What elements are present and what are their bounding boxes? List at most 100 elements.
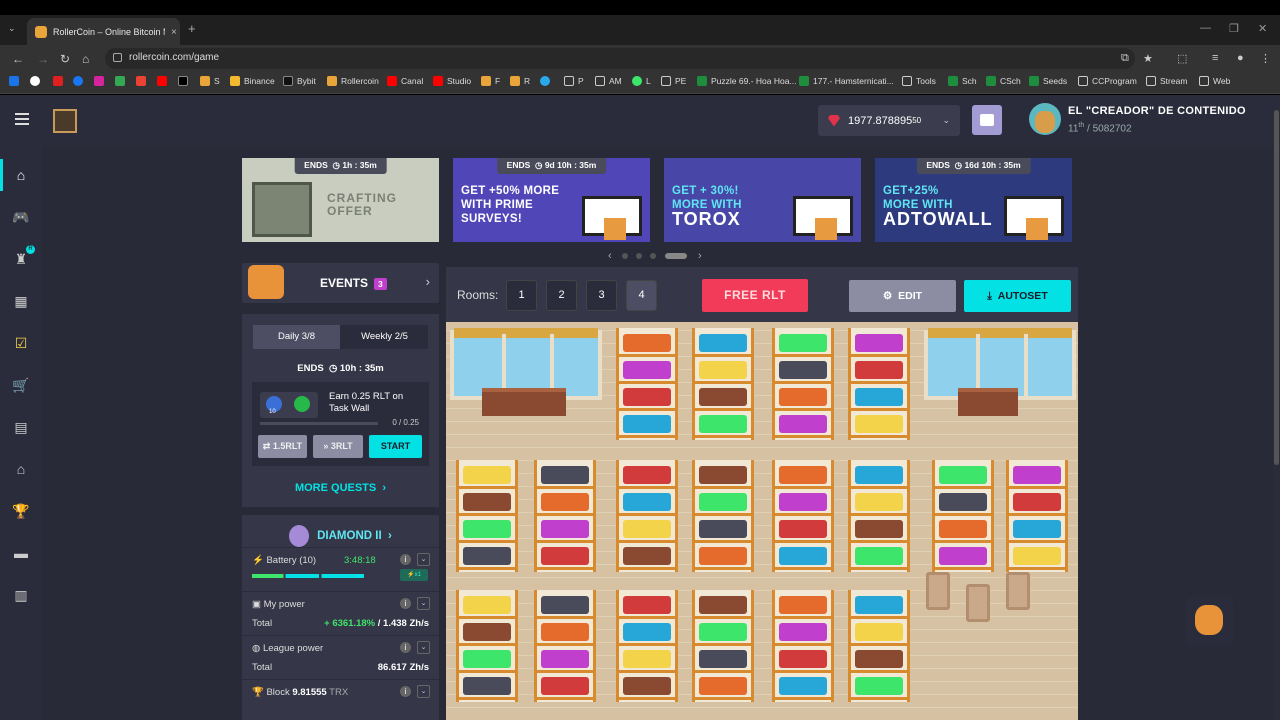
miner-slot[interactable] [939, 493, 987, 511]
miner-slot[interactable] [463, 520, 511, 538]
rewards-icon[interactable]: ♜ R [12, 245, 35, 267]
bookmark-pe[interactable]: PE [661, 76, 686, 86]
miner-slot[interactable] [623, 596, 671, 614]
room-4-button[interactable]: 4 [626, 280, 657, 311]
miner-slot[interactable] [855, 388, 903, 406]
bookmark-youtube-icon[interactable] [157, 76, 171, 86]
carousel-dot-active[interactable] [665, 253, 687, 259]
miner-rack[interactable] [1006, 460, 1068, 572]
miner-slot[interactable] [779, 650, 827, 668]
miner-slot[interactable] [463, 493, 511, 511]
bookmark-web[interactable]: Web [1199, 76, 1230, 86]
room-1-button[interactable]: 1 [506, 280, 537, 311]
miner-rack[interactable] [616, 460, 678, 572]
miner-slot[interactable] [623, 547, 671, 565]
bookmark-red-icon[interactable] [53, 76, 67, 86]
site-info-icon[interactable] [113, 53, 122, 62]
bookmark-app-icon[interactable] [136, 76, 150, 86]
leaderboard-icon[interactable]: 🏆 [12, 503, 30, 519]
miner-slot[interactable] [1013, 547, 1061, 565]
stats-icon[interactable]: ▥ [12, 587, 30, 603]
info-icon[interactable]: i [400, 686, 411, 697]
reload-icon[interactable]: ↻ [60, 52, 70, 66]
league-title[interactable]: DIAMOND II › [242, 525, 439, 547]
miner-slot[interactable] [855, 334, 903, 352]
miner-slot[interactable] [699, 388, 747, 406]
tab-daily[interactable]: Daily 3/8 [253, 325, 340, 349]
miner-slot[interactable] [699, 466, 747, 484]
back-icon[interactable]: ← [12, 52, 24, 66]
menu-icon[interactable]: ⋮ [1260, 52, 1271, 65]
miner-slot[interactable] [779, 520, 827, 538]
tasks-icon[interactable]: ☑ [12, 335, 30, 351]
miner-slot[interactable] [623, 650, 671, 668]
bookmark-tools[interactable]: Tools [902, 76, 936, 86]
edit-room-button[interactable]: ⚙ EDIT [849, 280, 956, 312]
miner-slot[interactable] [623, 520, 671, 538]
carousel-dot[interactable] [622, 253, 628, 259]
miner-rack[interactable] [692, 460, 754, 572]
bookmark-tiktok-icon[interactable] [30, 76, 44, 86]
url-field[interactable]: rollercoin.com/game [105, 48, 1135, 69]
bookmark-ccprogram[interactable]: CCProgram [1078, 76, 1137, 86]
banner-crafting-offer[interactable]: ENDS ◷ 1h : 35m CRAFTING OFFER [242, 158, 439, 242]
miner-slot[interactable] [855, 596, 903, 614]
miner-slot[interactable] [855, 493, 903, 511]
free-rlt-button[interactable]: FREE RLT [702, 279, 808, 312]
events-button[interactable]: EVENTS 3 › [242, 263, 439, 303]
info-icon[interactable]: i [400, 598, 411, 609]
new-tab-icon[interactable]: + [188, 21, 196, 36]
miner-slot[interactable] [541, 520, 589, 538]
miner-slot[interactable] [1013, 466, 1061, 484]
miner-slot[interactable] [779, 677, 827, 695]
carousel-dot[interactable] [650, 253, 656, 259]
bookmark-l[interactable]: L [632, 76, 651, 86]
bookmark-drive-icon[interactable] [115, 76, 129, 86]
bookmark-bybit[interactable]: Bybit [283, 76, 316, 86]
store-icon[interactable]: ▤ [12, 419, 30, 435]
miner-slot[interactable] [779, 415, 827, 433]
miner-slot[interactable] [699, 334, 747, 352]
miner-slot[interactable] [623, 493, 671, 511]
miner-rack[interactable] [772, 328, 834, 440]
miner-rack[interactable] [456, 590, 518, 702]
miner-slot[interactable] [779, 596, 827, 614]
miner-slot[interactable] [623, 466, 671, 484]
miner-slot[interactable] [1013, 520, 1061, 538]
username[interactable]: EL "CREADOR" DE CONTENIDO [1068, 105, 1246, 117]
miner-slot[interactable] [541, 466, 589, 484]
bookmark-star-icon[interactable]: ★ [1143, 52, 1153, 65]
chevron-down-icon[interactable]: ⌄ [417, 685, 430, 698]
miner-slot[interactable] [779, 623, 827, 641]
miner-slot[interactable] [541, 493, 589, 511]
bookmark-rollercoin[interactable]: Rollercoin [327, 76, 379, 86]
bookmark-stream[interactable]: Stream [1146, 76, 1187, 86]
skip-3rlt-button[interactable]: » 3RLT [313, 435, 363, 458]
maximize-icon[interactable]: ❐ [1229, 22, 1239, 35]
miner-rack[interactable] [848, 460, 910, 572]
miner-slot[interactable] [855, 361, 903, 379]
balance-selector[interactable]: 1977.878895 50 ⌄ [818, 105, 960, 136]
miner-slot[interactable] [699, 361, 747, 379]
miner-slot[interactable] [939, 520, 987, 538]
carousel-next-icon[interactable]: › [698, 250, 702, 262]
rollercoin-logo[interactable] [53, 109, 77, 133]
miner-slot[interactable] [939, 547, 987, 565]
shop-icon[interactable]: ⌂ [12, 461, 30, 477]
miner-rack[interactable] [456, 460, 518, 572]
chevron-down-icon[interactable]: ⌄ [417, 553, 430, 566]
miner-slot[interactable] [463, 547, 511, 565]
miner-slot[interactable] [779, 334, 827, 352]
miner-rack[interactable] [848, 590, 910, 702]
support-mascot-button[interactable] [1185, 597, 1233, 645]
miner-rack[interactable] [932, 460, 994, 572]
bookmark-telegram-icon[interactable] [540, 76, 554, 86]
miner-slot[interactable] [699, 493, 747, 511]
minimize-icon[interactable]: — [1200, 22, 1211, 34]
miner-slot[interactable] [1013, 493, 1061, 511]
miner-slot[interactable] [623, 415, 671, 433]
miner-slot[interactable] [541, 596, 589, 614]
miner-slot[interactable] [699, 596, 747, 614]
bookmark-p[interactable]: P [564, 76, 584, 86]
miner-slot[interactable] [463, 677, 511, 695]
